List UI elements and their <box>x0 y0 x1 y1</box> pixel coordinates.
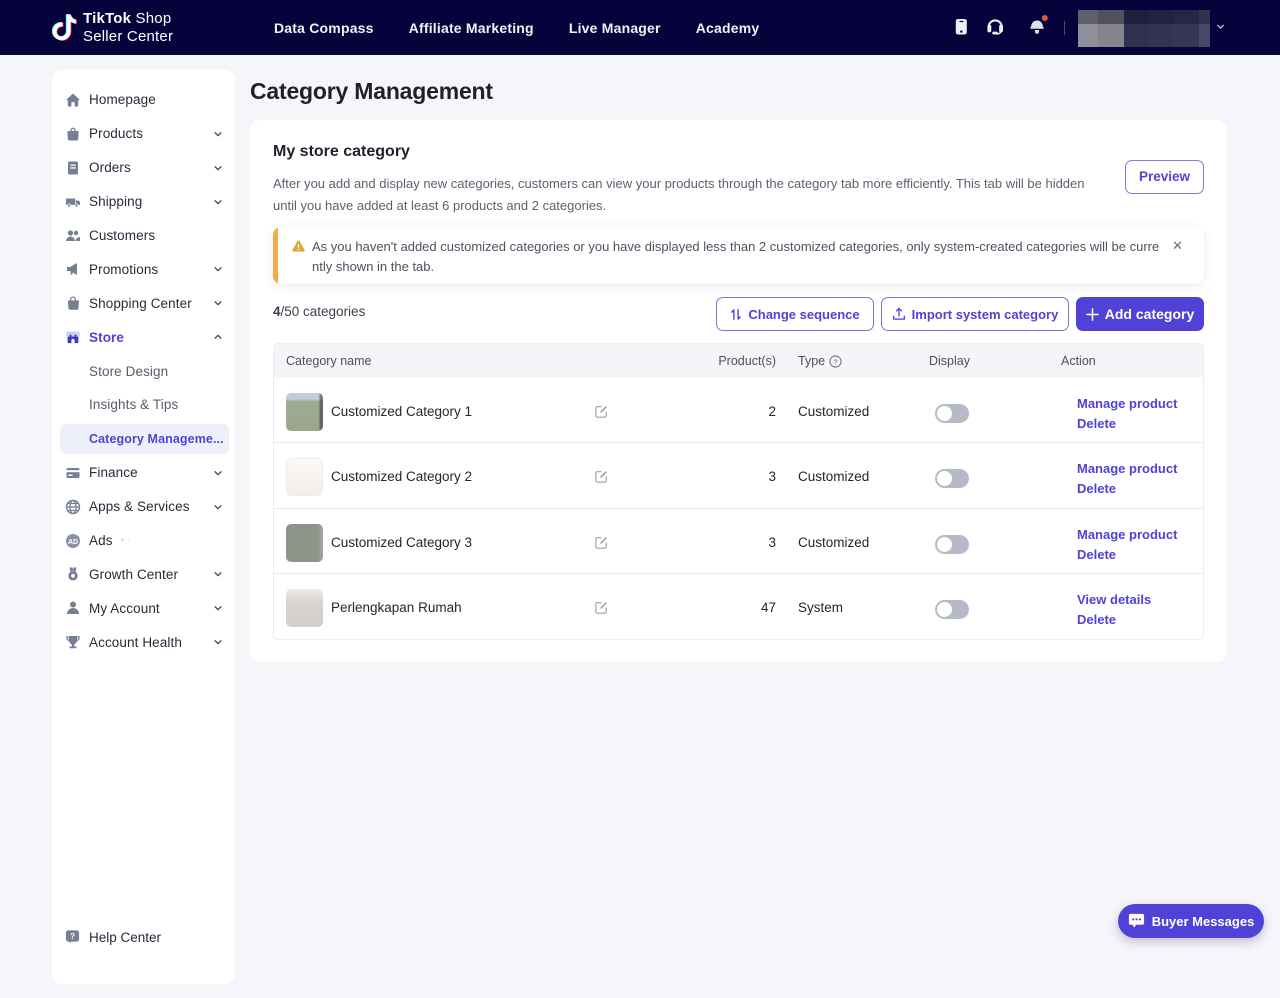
svg-text:?: ? <box>70 932 75 941</box>
svg-text:AD: AD <box>68 538 78 545</box>
svg-text:?: ? <box>834 357 838 366</box>
